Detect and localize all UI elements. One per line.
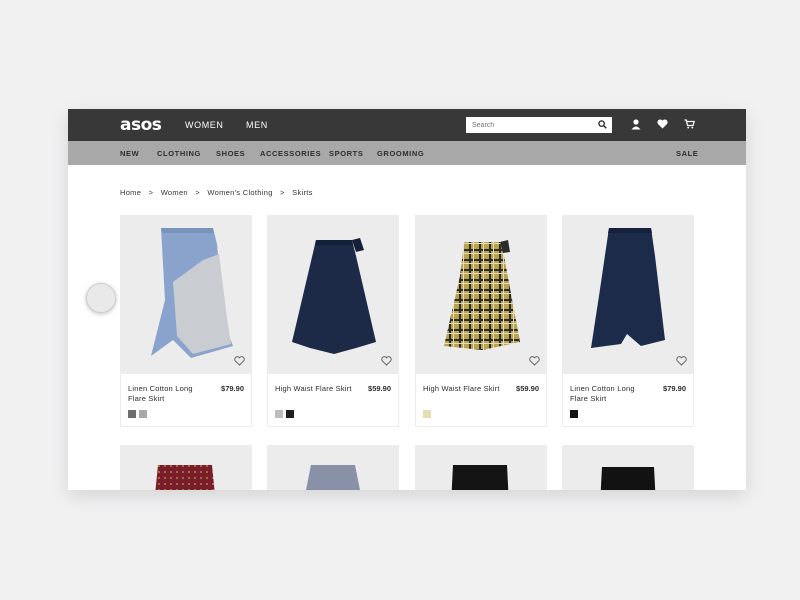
- breadcrumb-women[interactable]: Women: [161, 188, 188, 197]
- color-swatches: [570, 410, 578, 418]
- wishlist-heart-icon[interactable]: [234, 356, 245, 366]
- store-window: asos WOMEN MEN NEW CLOTHING SHOES ACCESS…: [68, 109, 746, 490]
- product-card[interactable]: [120, 445, 252, 490]
- skirt-image: [451, 465, 509, 490]
- color-swatches: [423, 410, 431, 418]
- wishlist-heart-icon[interactable]: [657, 119, 668, 129]
- skirt-image: [444, 240, 520, 350]
- breadcrumb-separator: >: [195, 188, 200, 197]
- product-image[interactable]: [121, 216, 251, 374]
- product-name[interactable]: High Waist Flare Skirt: [275, 384, 355, 394]
- search-box[interactable]: [466, 117, 612, 133]
- skirt-image: [591, 228, 665, 348]
- account-icon[interactable]: [631, 119, 641, 130]
- nav-women[interactable]: WOMEN: [185, 120, 224, 130]
- product-price: $79.90: [221, 384, 244, 393]
- product-card[interactable]: Linen Cotton Long Flare Skirt $79.90: [562, 215, 694, 427]
- skirt-image: [151, 228, 233, 358]
- color-swatch[interactable]: [570, 410, 578, 418]
- product-card[interactable]: [267, 445, 399, 490]
- breadcrumb-separator: >: [148, 188, 154, 197]
- product-image[interactable]: [416, 216, 546, 374]
- wishlist-heart-icon[interactable]: [529, 356, 540, 366]
- category-clothing[interactable]: CLOTHING: [157, 149, 201, 158]
- color-swatch[interactable]: [423, 410, 431, 418]
- carousel-scroll-handle[interactable]: [86, 283, 116, 313]
- product-price: $59.90: [368, 384, 391, 393]
- breadcrumb-skirts: Skirts: [292, 188, 313, 197]
- breadcrumb-home[interactable]: Home: [120, 188, 141, 197]
- search-icon[interactable]: [598, 120, 607, 129]
- product-image[interactable]: [563, 216, 693, 374]
- color-swatch[interactable]: [275, 410, 283, 418]
- color-swatches: [128, 410, 147, 418]
- wishlist-heart-icon[interactable]: [676, 356, 687, 366]
- skirt-image: [306, 465, 360, 490]
- product-card[interactable]: High Waist Flare Skirt $59.90: [415, 215, 547, 427]
- product-price: $59.90: [516, 384, 539, 393]
- category-grooming[interactable]: GROOMING: [377, 149, 424, 158]
- asos-logo[interactable]: asos: [120, 115, 162, 135]
- product-name[interactable]: Linen Cotton Long Flare Skirt: [570, 384, 650, 404]
- breadcrumb-womens-clothing[interactable]: Women's Clothing: [207, 188, 272, 197]
- product-card[interactable]: [415, 445, 547, 490]
- wishlist-heart-icon[interactable]: [381, 356, 392, 366]
- color-swatches: [275, 410, 294, 418]
- category-new[interactable]: NEW: [120, 149, 139, 158]
- skirt-image: [292, 238, 376, 354]
- breadcrumb-separator: >: [280, 188, 285, 197]
- top-navigation-bar: asos WOMEN MEN: [68, 109, 746, 141]
- category-sale[interactable]: SALE: [676, 149, 698, 158]
- search-input[interactable]: [472, 119, 590, 131]
- color-swatch[interactable]: [128, 410, 136, 418]
- category-accessories[interactable]: ACCESSORIES: [260, 149, 321, 158]
- color-swatch[interactable]: [139, 410, 147, 418]
- product-price: $79.90: [663, 384, 686, 393]
- product-name[interactable]: Linen Cotton Long Flare Skirt: [128, 384, 208, 404]
- product-name[interactable]: High Waist Flare Skirt: [423, 384, 503, 394]
- product-card[interactable]: High Waist Flare Skirt $59.90: [267, 215, 399, 427]
- bag-icon[interactable]: [684, 119, 695, 129]
- category-shoes[interactable]: SHOES: [216, 149, 245, 158]
- category-bar: NEW CLOTHING SHOES ACCESSORIES SPORTS GR…: [68, 141, 746, 165]
- category-sports[interactable]: SPORTS: [329, 149, 363, 158]
- nav-men[interactable]: MEN: [246, 120, 268, 130]
- color-swatch[interactable]: [286, 410, 294, 418]
- product-image[interactable]: [268, 216, 398, 374]
- breadcrumb: Home > Women > Women's Clothing > Skirts: [120, 188, 318, 197]
- skirt-image: [155, 465, 215, 490]
- product-card[interactable]: Linen Cotton Long Flare Skirt $79.90: [120, 215, 252, 427]
- product-card[interactable]: [562, 445, 694, 490]
- skirt-image: [600, 467, 656, 490]
